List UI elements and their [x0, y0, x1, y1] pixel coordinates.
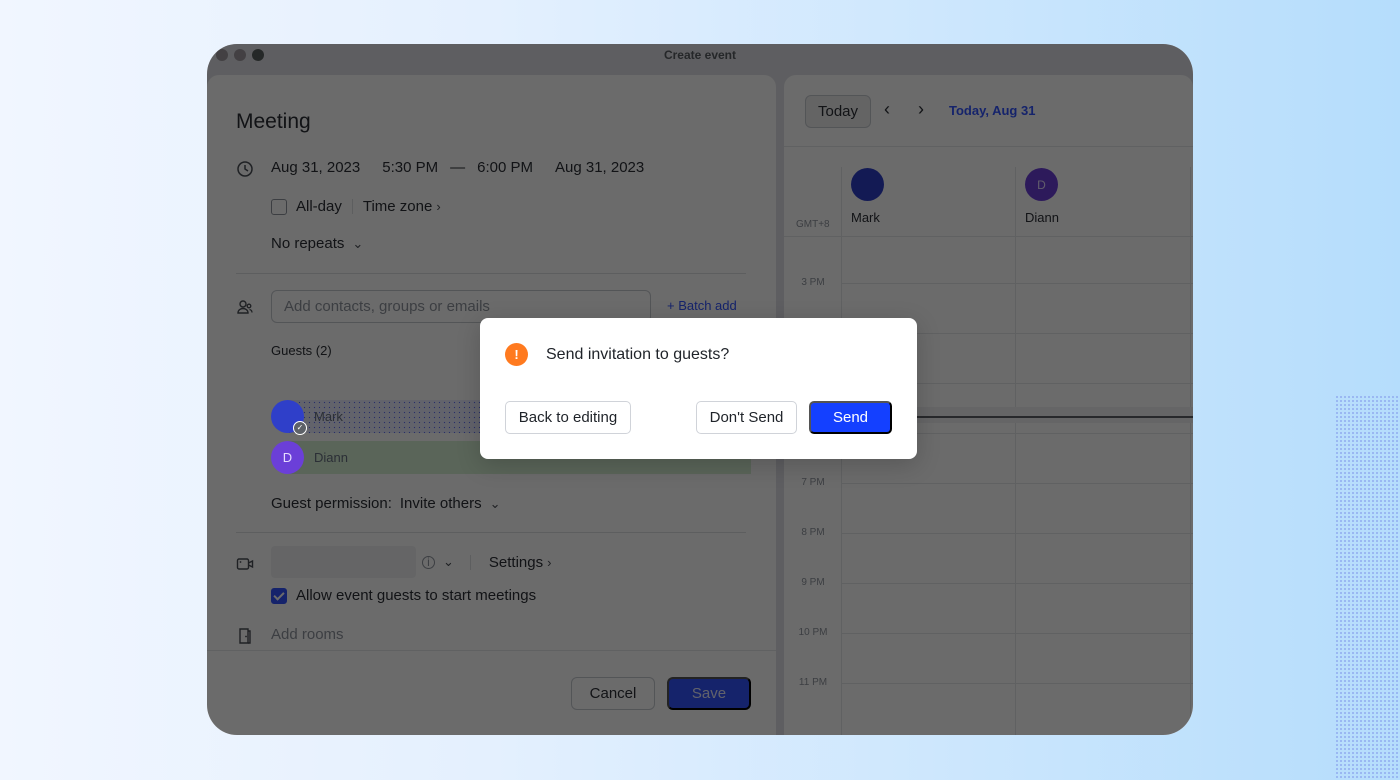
- dialog-title: Send invitation to guests?: [546, 346, 730, 363]
- avatar: D: [271, 441, 304, 474]
- guest-name: Diann: [314, 450, 348, 465]
- background-texture: [1335, 395, 1400, 780]
- back-to-editing-button[interactable]: Back to editing: [505, 401, 631, 434]
- avatar: ✓: [271, 400, 307, 435]
- dont-send-button[interactable]: Don't Send: [696, 401, 797, 434]
- send-button[interactable]: Send: [809, 401, 892, 434]
- guest-name: Mark: [314, 409, 343, 424]
- warning-icon: !: [505, 343, 528, 366]
- send-invitation-dialog: ! Send invitation to guests? Back to edi…: [480, 318, 917, 459]
- accepted-check-icon: ✓: [293, 421, 307, 435]
